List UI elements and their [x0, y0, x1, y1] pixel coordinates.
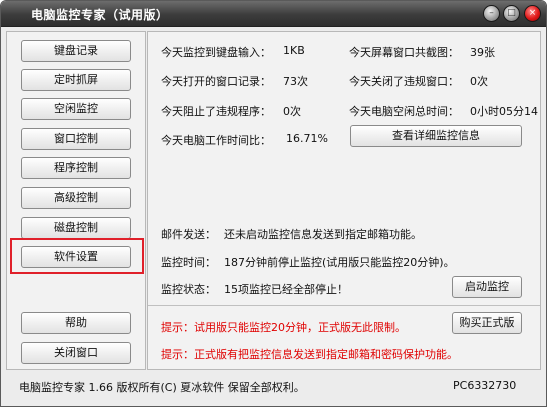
status-product-info: 电脑监控专家 1.66 版权所有(C) 夏冰软件 保留全部权利。 — [19, 381, 305, 394]
main-window: 电脑监控专家（试用版） – □ × 键盘记录 定时抓屏 空闲监控 窗口控制 程序… — [0, 0, 547, 407]
screenshots-value: 39张 — [470, 46, 495, 59]
window-title: 电脑监控专家（试用版） — [31, 8, 169, 22]
windows-opened-label: 今天打开的窗口记录： — [161, 75, 271, 88]
monitor-time-label: 监控时间： — [161, 256, 216, 269]
nav-disk-control-button[interactable]: 磁盘控制 — [21, 217, 131, 239]
monitor-status-value: 15项监控已经全部停止！ — [224, 283, 348, 296]
nav-keyboard-log-button[interactable]: 键盘记录 — [21, 40, 131, 62]
trial-limit-tip: 提示：试用版只能监控20分钟，正式版无此限制。 — [161, 321, 406, 334]
work-ratio-value: 16.71% — [286, 132, 328, 145]
close-icon: × — [528, 8, 537, 18]
view-details-button[interactable]: 查看详细监控信息 — [350, 125, 522, 147]
nav-window-control-button[interactable]: 窗口控制 — [21, 128, 131, 150]
close-app-button[interactable]: 关闭窗口 — [21, 342, 131, 364]
divider — [148, 305, 540, 306]
programs-blocked-label: 今天阻止了违规程序： — [161, 105, 271, 118]
title-bar[interactable]: 电脑监控专家（试用版） – □ × — [1, 1, 546, 27]
windows-closed-value: 0次 — [470, 75, 488, 88]
mail-send-value: 还未启动监控信息发送到指定邮箱功能。 — [224, 228, 422, 241]
nav-idle-monitor-button[interactable]: 空闲监控 — [21, 98, 131, 120]
maximize-button[interactable]: □ — [503, 5, 520, 22]
status-pc-name: PC6332730 — [453, 379, 517, 392]
screenshots-label: 今天屏幕窗口共截图： — [349, 46, 459, 59]
minimize-icon: – — [489, 8, 494, 18]
keyboard-input-label: 今天监控到键盘输入： — [161, 46, 271, 59]
windows-closed-label: 今天关闭了违规窗口： — [349, 75, 459, 88]
monitor-status-label: 监控状态： — [161, 283, 216, 296]
maximize-icon: □ — [507, 8, 516, 18]
windows-opened-value: 73次 — [283, 75, 308, 88]
mail-send-label: 邮件发送： — [161, 228, 216, 241]
programs-blocked-value: 0次 — [283, 105, 301, 118]
monitor-time-value: 187分钟前停止监控(试用版只能监控20分钟)。 — [224, 256, 455, 269]
buy-full-version-button[interactable]: 购买正式版 — [452, 312, 522, 334]
idle-time-value: 0小时05分14 — [470, 105, 538, 118]
nav-screen-capture-button[interactable]: 定时抓屏 — [21, 69, 131, 91]
idle-time-label: 今天电脑空闲总时间： — [349, 105, 459, 118]
nav-advanced-control-button[interactable]: 高级控制 — [21, 187, 131, 209]
nav-panel: 键盘记录 定时抓屏 空闲监控 窗口控制 程序控制 高级控制 磁盘控制 软件设置 … — [6, 31, 146, 370]
full-version-features-tip: 提示：正式版有把监控信息发送到指定邮箱和密码保护功能。 — [161, 348, 458, 361]
nav-program-control-button[interactable]: 程序控制 — [21, 157, 131, 179]
help-button[interactable]: 帮助 — [21, 312, 131, 334]
start-monitor-button[interactable]: 启动监控 — [452, 276, 522, 298]
keyboard-input-value: 1KB — [283, 44, 305, 57]
minimize-button[interactable]: – — [483, 5, 500, 22]
work-ratio-label: 今天电脑工作时间比： — [161, 134, 271, 147]
stats-panel: 今天监控到键盘输入： 1KB 今天屏幕窗口共截图： 39张 今天打开的窗口记录：… — [147, 31, 541, 370]
highlight-box — [10, 238, 144, 274]
close-window-button[interactable]: × — [524, 5, 541, 22]
